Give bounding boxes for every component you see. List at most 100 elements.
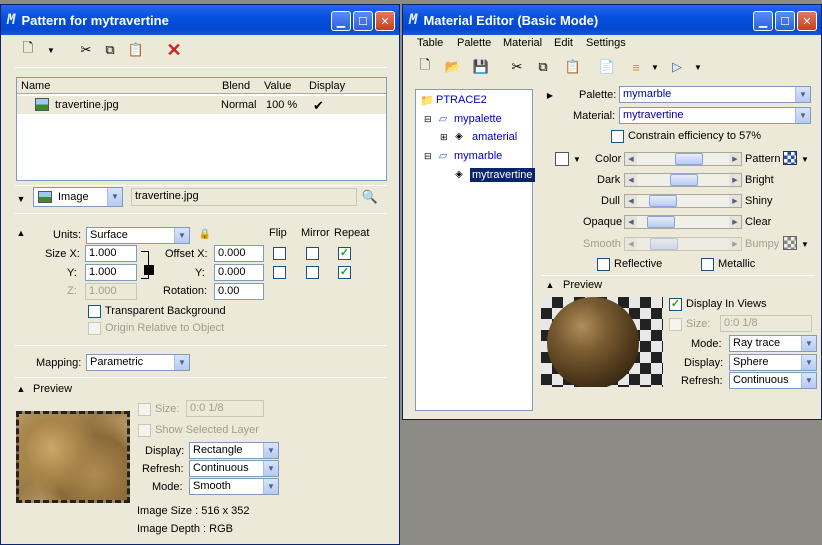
color-dropdown-icon[interactable]: ▼ bbox=[572, 153, 582, 165]
size-y-field[interactable]: 1.000 bbox=[85, 264, 137, 281]
layers-icon[interactable]: ≡ bbox=[625, 57, 647, 77]
color-swatch[interactable] bbox=[555, 152, 569, 166]
reflective-checkbox[interactable] bbox=[597, 258, 610, 271]
refresh-select[interactable]: Continuous ▼ bbox=[729, 372, 817, 389]
dropdown-arrow-icon[interactable]: ▼ bbox=[45, 39, 57, 61]
tree-palette-mypalette[interactable]: mypalette bbox=[454, 113, 502, 125]
tree-material-mytravertine[interactable]: mytravertine bbox=[470, 168, 535, 182]
assign-icon[interactable]: 📄 bbox=[597, 57, 617, 77]
preview-collapse-icon[interactable]: ▲ bbox=[15, 383, 27, 395]
left-arrow-icon[interactable]: ◀ bbox=[625, 174, 637, 186]
close-button[interactable]: ✕ bbox=[375, 11, 395, 31]
collapse-up-icon[interactable]: ▲ bbox=[15, 227, 27, 239]
flip-y-checkbox[interactable] bbox=[273, 266, 286, 279]
opaque-thumb[interactable] bbox=[646, 216, 675, 228]
constrain-label[interactable]: Constrain efficiency to 57% bbox=[628, 130, 761, 142]
menu-settings[interactable]: Settings bbox=[586, 37, 626, 49]
color-slider[interactable]: ◀ ▶ bbox=[624, 152, 742, 166]
column-value[interactable]: Value bbox=[264, 80, 291, 92]
pattern-map-icon[interactable] bbox=[783, 151, 797, 165]
browse-search-icon[interactable]: 🔍 bbox=[361, 188, 379, 206]
new-icon[interactable]: 🗋 bbox=[415, 57, 435, 77]
column-display[interactable]: Display bbox=[309, 80, 345, 92]
mirror-y-checkbox[interactable] bbox=[306, 266, 319, 279]
maximize-button[interactable]: ☐ bbox=[775, 11, 795, 31]
right-arrow-icon[interactable]: ▶ bbox=[729, 153, 741, 165]
expand-arrow-icon[interactable]: ▶ bbox=[545, 89, 555, 101]
paste-icon[interactable]: 📋 bbox=[563, 57, 583, 77]
layer-row[interactable]: travertine.jpg Normal 100 % ✔ bbox=[17, 96, 386, 114]
column-name[interactable]: Name bbox=[21, 80, 50, 92]
opaque-clear-slider[interactable]: ◀ ▶ bbox=[624, 215, 742, 229]
menu-material[interactable]: Material bbox=[503, 37, 542, 49]
bump-map-icon[interactable] bbox=[783, 236, 797, 250]
palette-select[interactable]: mymarble ▼ bbox=[619, 86, 811, 103]
size-link-lock-icon[interactable] bbox=[144, 265, 154, 275]
column-blend[interactable]: Blend bbox=[222, 80, 250, 92]
metallic-checkbox[interactable] bbox=[701, 258, 714, 271]
mirror-x-checkbox[interactable] bbox=[306, 247, 319, 260]
new-document-icon[interactable]: 🗋 bbox=[17, 39, 39, 61]
copy-icon[interactable]: ⧉ bbox=[533, 57, 553, 77]
flip-x-checkbox[interactable] bbox=[273, 247, 286, 260]
left-arrow-icon[interactable]: ◀ bbox=[625, 195, 637, 207]
lock-icon[interactable]: 🔒 bbox=[198, 227, 212, 241]
layers-dropdown-icon[interactable]: ▼ bbox=[650, 57, 660, 77]
cut-icon[interactable]: ✂ bbox=[507, 57, 527, 77]
display-in-views-label[interactable]: Display In Views bbox=[686, 298, 767, 310]
left-arrow-icon[interactable]: ◀ bbox=[625, 153, 637, 165]
close-button[interactable]: ✕ bbox=[797, 11, 817, 31]
image-type-select[interactable]: Image ▼ bbox=[33, 187, 123, 207]
menu-table[interactable]: Table bbox=[417, 37, 443, 49]
paste-icon[interactable]: 📋 bbox=[125, 39, 147, 61]
maximize-button[interactable]: ☐ bbox=[353, 11, 373, 31]
menu-palette[interactable]: Palette bbox=[457, 37, 491, 49]
pointer-icon[interactable]: ▷ bbox=[667, 57, 687, 77]
tree-palette-mymarble[interactable]: mymarble bbox=[454, 150, 502, 162]
tree-expander[interactable]: ⊟ bbox=[424, 114, 432, 125]
tree-expander[interactable]: ⊞ bbox=[440, 132, 448, 143]
color-thumb[interactable] bbox=[675, 153, 704, 165]
transparent-bg-checkbox[interactable] bbox=[88, 305, 101, 318]
collapse-arrow-icon[interactable]: ▼ bbox=[15, 191, 27, 207]
display-select[interactable]: Sphere ▼ bbox=[729, 354, 817, 371]
dull-thumb[interactable] bbox=[648, 195, 677, 207]
pointer-dropdown-icon[interactable]: ▼ bbox=[693, 57, 703, 77]
menu-edit[interactable]: Edit bbox=[554, 37, 573, 49]
transparent-bg-label[interactable]: Transparent Background bbox=[105, 305, 226, 317]
repeat-x-checkbox[interactable]: ✓ bbox=[338, 247, 351, 260]
offset-x-field[interactable]: 0.000 bbox=[214, 245, 264, 262]
refresh-select[interactable]: Continuous ▼ bbox=[189, 460, 279, 477]
dull-shiny-slider[interactable]: ◀ ▶ bbox=[624, 194, 742, 208]
left-arrow-icon[interactable]: ◀ bbox=[625, 216, 637, 228]
cut-icon[interactable]: ✂ bbox=[75, 39, 97, 61]
units-select[interactable]: Surface ▼ bbox=[86, 227, 190, 244]
reflective-label[interactable]: Reflective bbox=[614, 258, 662, 270]
display-select[interactable]: Rectangle ▼ bbox=[189, 442, 279, 459]
palette-tree[interactable]: 📁 PTRACE2 ⊟ ▱ mypalette ⊞ ◈ amaterial ⊟ … bbox=[415, 89, 535, 411]
metallic-label[interactable]: Metallic bbox=[718, 258, 755, 270]
dark-thumb[interactable] bbox=[670, 174, 699, 186]
delete-icon[interactable]: ✕ bbox=[163, 39, 185, 61]
tree-material-amaterial[interactable]: amaterial bbox=[472, 131, 517, 143]
mode-select[interactable]: Smooth ▼ bbox=[189, 478, 279, 495]
display-in-views-checkbox[interactable]: ✓ bbox=[669, 298, 682, 311]
rotation-field[interactable]: 0.00 bbox=[214, 283, 264, 300]
tree-expander[interactable]: ⊟ bbox=[424, 151, 432, 162]
material-select[interactable]: mytravertine ▼ bbox=[619, 107, 811, 124]
save-icon[interactable]: 💾 bbox=[471, 57, 491, 77]
image-file-field[interactable]: travertine.jpg bbox=[131, 188, 357, 206]
mode-select[interactable]: Ray trace ▼ bbox=[729, 335, 817, 352]
layer-display-check[interactable]: ✔ bbox=[313, 98, 324, 114]
pattern-dropdown-icon[interactable]: ▼ bbox=[800, 153, 810, 165]
right-arrow-icon[interactable]: ▶ bbox=[729, 216, 741, 228]
constrain-checkbox[interactable] bbox=[611, 130, 624, 143]
open-folder-icon[interactable]: 📂 bbox=[443, 57, 463, 77]
preview-collapse-icon[interactable]: ▲ bbox=[545, 279, 555, 291]
tree-root[interactable]: PTRACE2 bbox=[436, 94, 487, 106]
minimize-button[interactable]: ▁ bbox=[331, 11, 351, 31]
size-x-field[interactable]: 1.000 bbox=[85, 245, 137, 262]
copy-icon[interactable]: ⧉ bbox=[99, 39, 121, 61]
minimize-button[interactable]: ▁ bbox=[753, 11, 773, 31]
right-arrow-icon[interactable]: ▶ bbox=[729, 195, 741, 207]
